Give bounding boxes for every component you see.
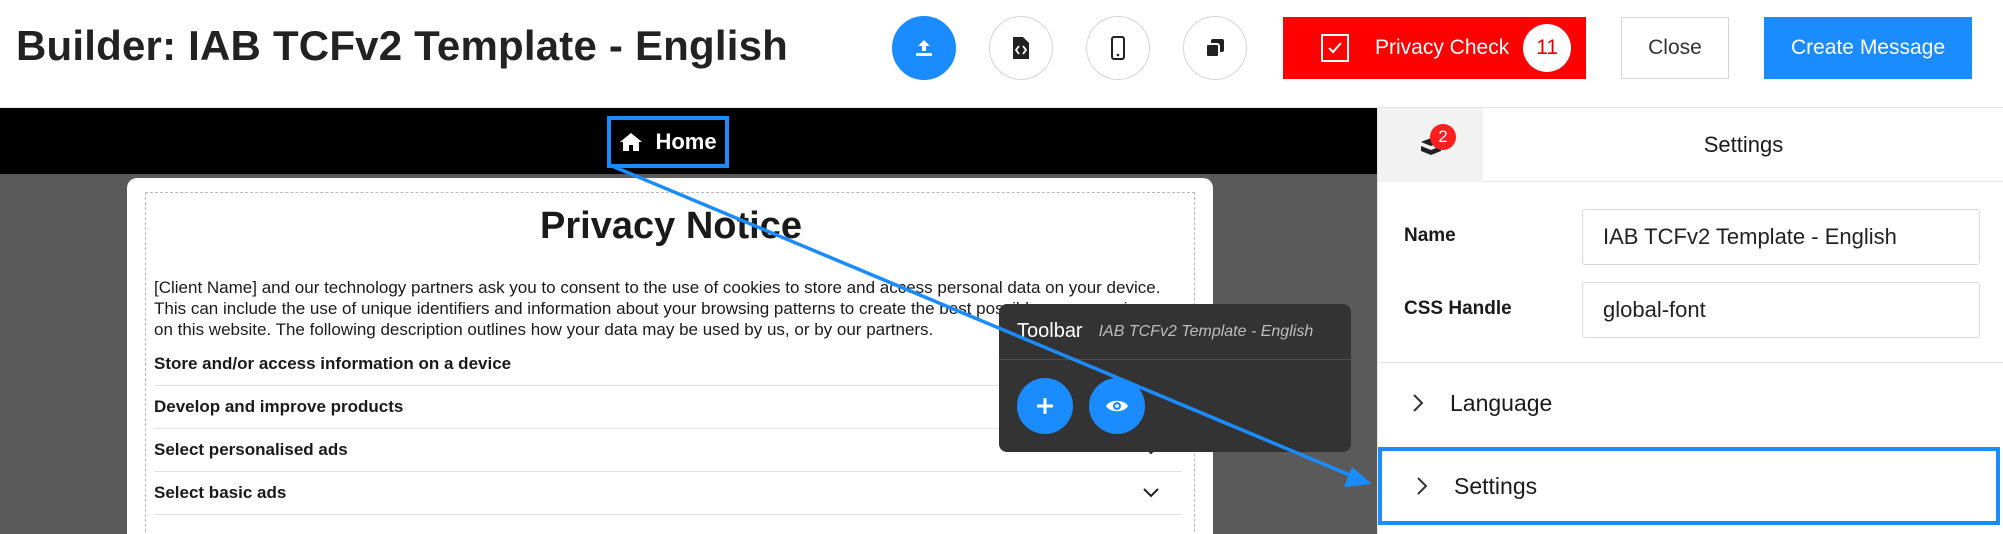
add-component-button[interactable] (1017, 378, 1073, 434)
code-button[interactable] (989, 16, 1053, 80)
privacy-check-label: Privacy Check (1375, 36, 1510, 59)
toolbar-subtitle: IAB TCFv2 Template - English (1098, 322, 1314, 340)
panel-badge: 2 (1430, 124, 1456, 150)
settings-section[interactable]: Settings (1378, 447, 2000, 525)
divider (1378, 362, 2003, 363)
toolbar-header[interactable]: Toolbar IAB TCFv2 Template - English (999, 304, 1351, 360)
preview-button[interactable] (1089, 378, 1145, 434)
floating-toolbar[interactable]: Toolbar IAB TCFv2 Template - English (999, 304, 1351, 452)
eye-icon (1106, 400, 1128, 412)
canvas-topbar: Home (0, 108, 1377, 174)
settings-section-label: Settings (1454, 472, 1538, 499)
panel-title: Settings (1483, 108, 2003, 182)
name-label: Name (1404, 225, 1456, 246)
panel-tab[interactable]: 2 (1378, 108, 1483, 182)
mobile-preview-button[interactable] (1086, 16, 1150, 80)
create-message-button[interactable]: Create Message (1764, 17, 1972, 79)
purpose-label: Select basic ads (154, 483, 287, 502)
css-handle-label: CSS Handle (1404, 298, 1512, 319)
copy-button[interactable] (1183, 16, 1247, 80)
toolbar-title: Toolbar (1017, 320, 1083, 342)
home-icon (620, 133, 643, 151)
purpose-row[interactable]: Select basic ads (154, 472, 1182, 515)
mobile-icon (1111, 36, 1125, 60)
settings-panel: 2 Settings Name CSS Handle Language Sett… (1377, 108, 2003, 534)
privacy-issue-count: 11 (1523, 24, 1572, 72)
publish-button[interactable] (892, 16, 956, 80)
chevron-down-icon[interactable] (1140, 482, 1162, 504)
upload-icon (916, 40, 932, 56)
notice-title: Privacy Notice (540, 205, 802, 247)
chevron-right-icon (1412, 476, 1432, 496)
purpose-label: Develop and improve products (154, 397, 404, 416)
purpose-label: Store and/or access information on a dev… (154, 354, 512, 373)
purpose-label: Select personalised ads (154, 440, 348, 459)
name-input[interactable] (1582, 209, 1980, 265)
chevron-right-icon (1408, 393, 1428, 413)
css-handle-input[interactable] (1582, 282, 1980, 338)
privacy-check-button[interactable]: Privacy Check 11 (1283, 17, 1586, 79)
home-breadcrumb-label: Home (655, 129, 717, 154)
page-title: Builder: IAB TCFv2 Template - English (16, 22, 789, 69)
builder-canvas[interactable]: Home Privacy Notice [Client Name] and ou… (0, 108, 1377, 534)
close-button[interactable]: Close (1621, 17, 1729, 79)
code-file-icon (1013, 37, 1029, 59)
plus-icon (1037, 398, 1053, 414)
checkbox-icon (1321, 34, 1349, 62)
builder-header: Builder: IAB TCFv2 Template - English Pr… (0, 0, 2003, 108)
home-breadcrumb[interactable]: Home (607, 116, 729, 168)
language-section[interactable]: Language (1378, 364, 2003, 442)
language-section-label: Language (1450, 389, 1553, 416)
copy-icon (1205, 39, 1224, 58)
